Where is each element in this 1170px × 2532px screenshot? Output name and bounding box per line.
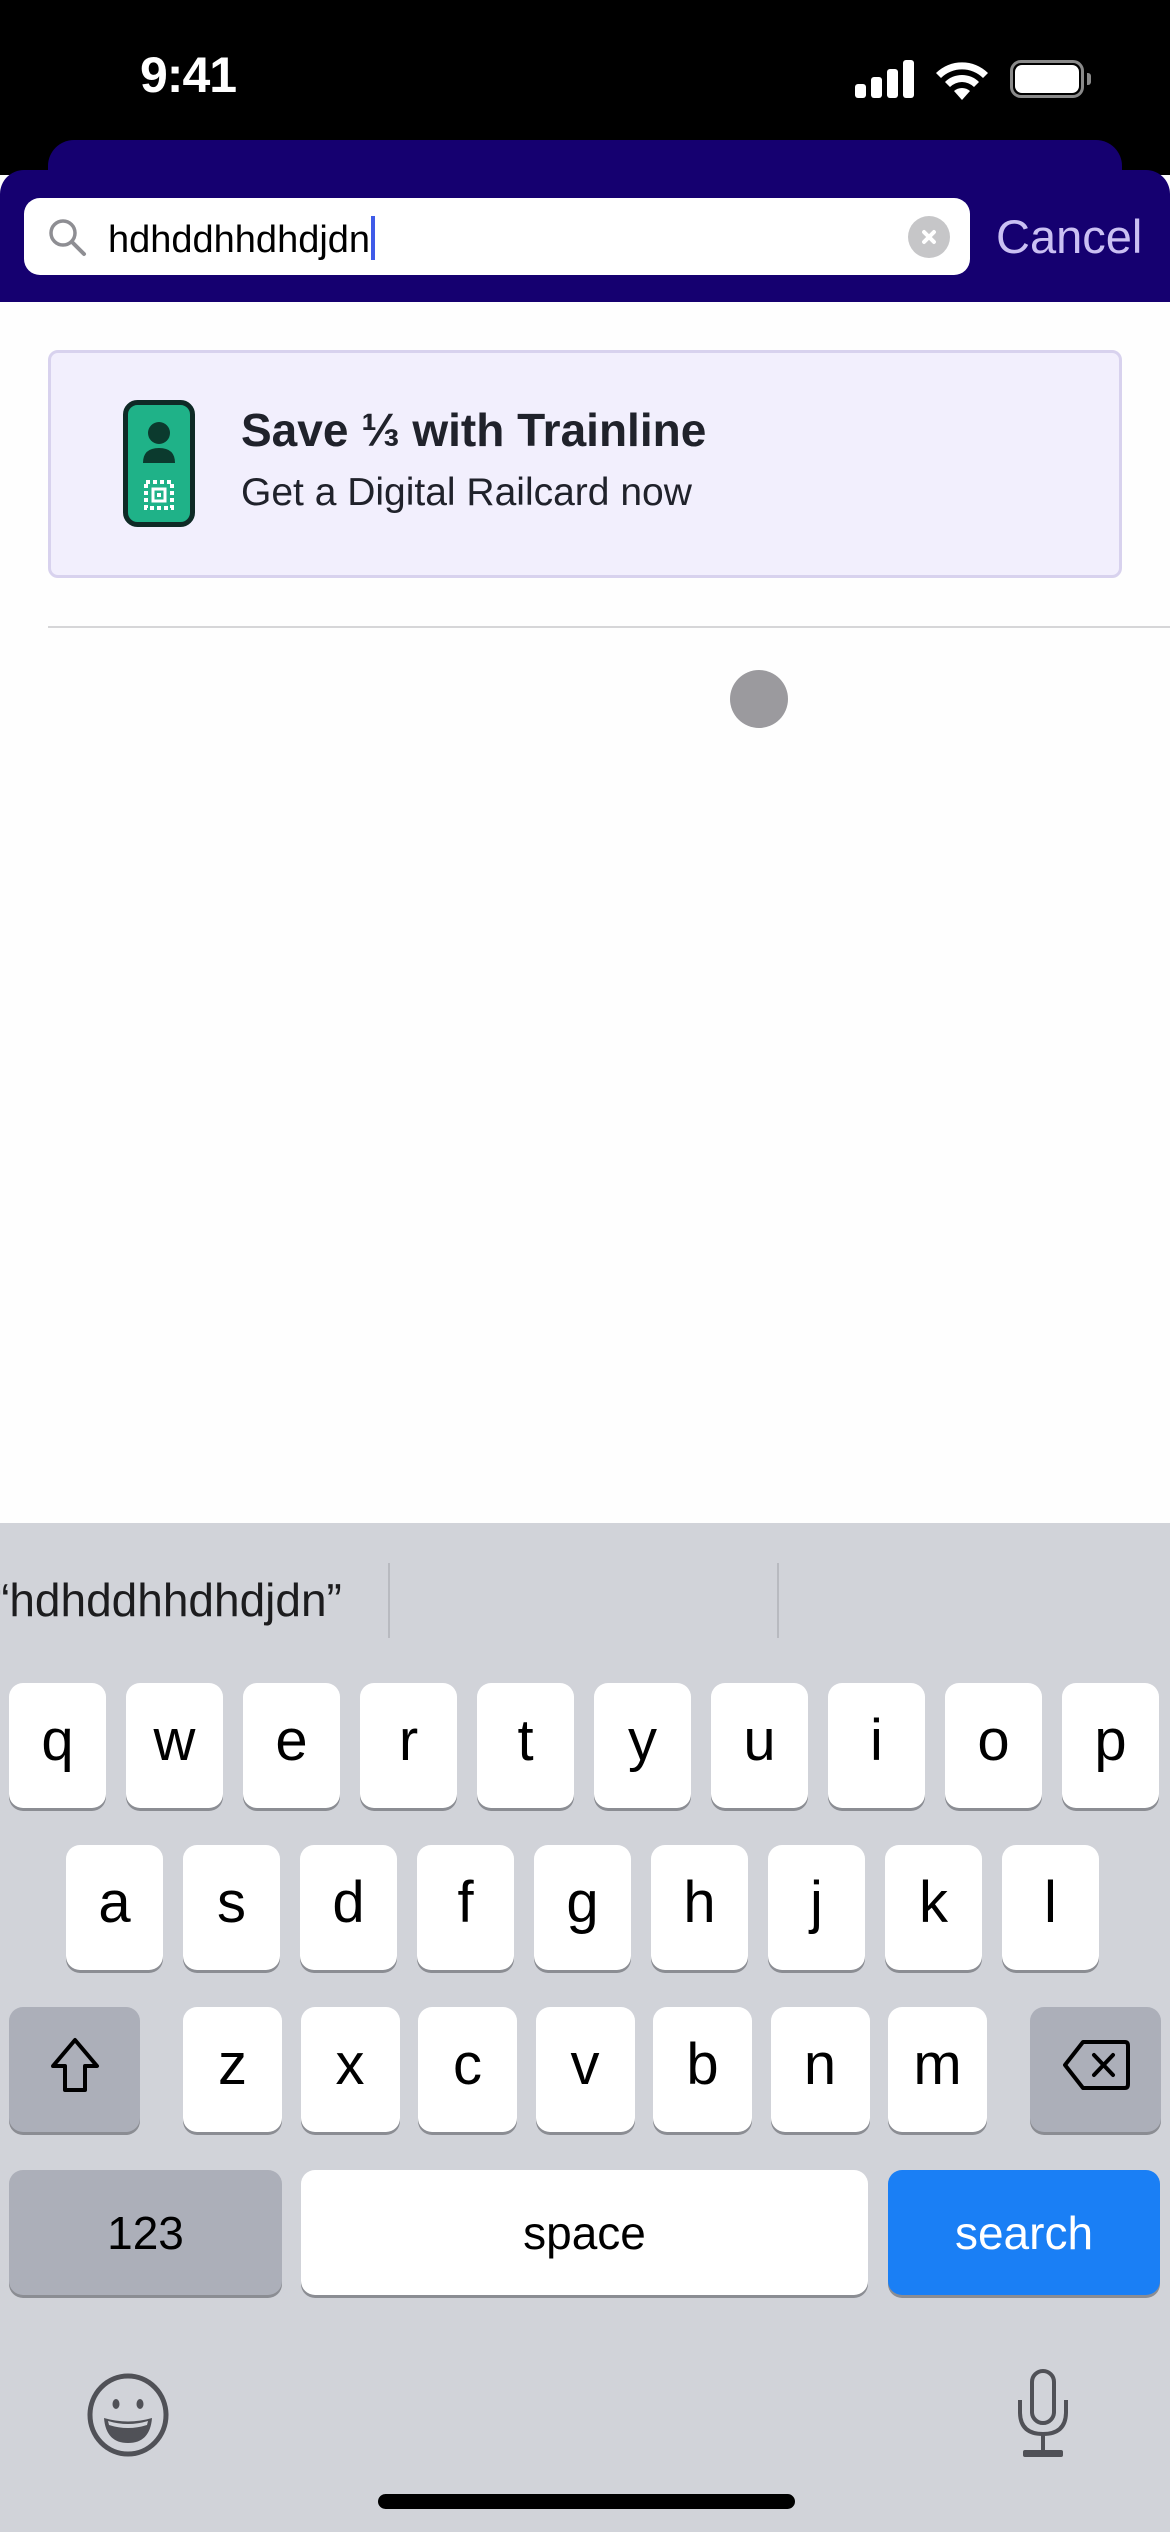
key-k[interactable]: k xyxy=(885,1845,982,1970)
key-r[interactable]: r xyxy=(360,1683,457,1808)
wifi-icon xyxy=(936,62,988,100)
emoji-icon[interactable] xyxy=(86,2373,170,2457)
key-o[interactable]: o xyxy=(945,1683,1042,1808)
key-w[interactable]: w xyxy=(126,1683,223,1808)
search-icon xyxy=(49,219,86,256)
key-u[interactable]: u xyxy=(711,1683,808,1808)
numbers-key[interactable]: 123 xyxy=(9,2170,282,2295)
key-z[interactable]: z xyxy=(183,2007,282,2132)
clear-search-button[interactable] xyxy=(908,216,950,258)
key-f[interactable]: f xyxy=(417,1845,514,1970)
suggestion-item[interactable]: “hdhddhhdhdjdn” xyxy=(0,1573,342,1627)
key-d[interactable]: d xyxy=(300,1845,397,1970)
space-key[interactable]: space xyxy=(301,2170,868,2295)
key-s[interactable]: s xyxy=(183,1845,280,1970)
key-i[interactable]: i xyxy=(828,1683,925,1808)
text-caret xyxy=(371,216,376,260)
cellular-signal-icon xyxy=(855,60,915,98)
key-p[interactable]: p xyxy=(1062,1683,1159,1808)
key-n[interactable]: n xyxy=(770,2007,870,2132)
keyboard: “hdhddhhdhdjdn” qwertyuiop asdfghjkl zxc… xyxy=(0,1523,1170,2532)
microphone-icon[interactable] xyxy=(1015,2368,1071,2462)
section-divider xyxy=(48,626,1170,628)
suggestion-divider xyxy=(388,1563,390,1638)
key-l[interactable]: l xyxy=(1002,1845,1099,1970)
cancel-button[interactable]: Cancel xyxy=(996,207,1142,267)
touch-indicator xyxy=(730,670,788,728)
key-a[interactable]: a xyxy=(66,1845,163,1970)
key-j[interactable]: j xyxy=(768,1845,865,1970)
key-e[interactable]: e xyxy=(243,1683,340,1808)
battery-icon xyxy=(1010,60,1091,98)
shift-arrow-icon xyxy=(50,2037,99,2092)
promo-title: Save ⅓ with Trainline xyxy=(241,404,707,456)
search-input[interactable]: hdhddhhdhdjdn xyxy=(24,198,970,275)
key-v[interactable]: v xyxy=(535,2007,635,2132)
delete-key[interactable] xyxy=(1030,2007,1161,2132)
status-time: 9:41 xyxy=(140,47,237,103)
promo-subtitle: Get a Digital Railcard now xyxy=(241,471,692,514)
key-q[interactable]: q xyxy=(9,1683,106,1808)
shift-key[interactable] xyxy=(9,2007,140,2132)
key-t[interactable]: t xyxy=(477,1683,574,1808)
key-y[interactable]: y xyxy=(594,1683,691,1808)
key-m[interactable]: m xyxy=(888,2007,987,2132)
home-indicator xyxy=(378,2494,795,2509)
key-g[interactable]: g xyxy=(534,1845,631,1970)
railcard-icon xyxy=(123,400,195,527)
search-input-value[interactable]: hdhddhhdhdjdn xyxy=(108,216,376,261)
search-key[interactable]: search xyxy=(888,2170,1160,2295)
key-x[interactable]: x xyxy=(300,2007,400,2132)
suggestion-divider xyxy=(777,1563,779,1638)
key-c[interactable]: c xyxy=(418,2007,517,2132)
railcard-promo-banner[interactable]: Save ⅓ with Trainline Get a Digital Rail… xyxy=(48,350,1122,578)
backspace-icon xyxy=(1062,2039,1130,2090)
key-b[interactable]: b xyxy=(653,2007,752,2132)
key-h[interactable]: h xyxy=(651,1845,748,1970)
